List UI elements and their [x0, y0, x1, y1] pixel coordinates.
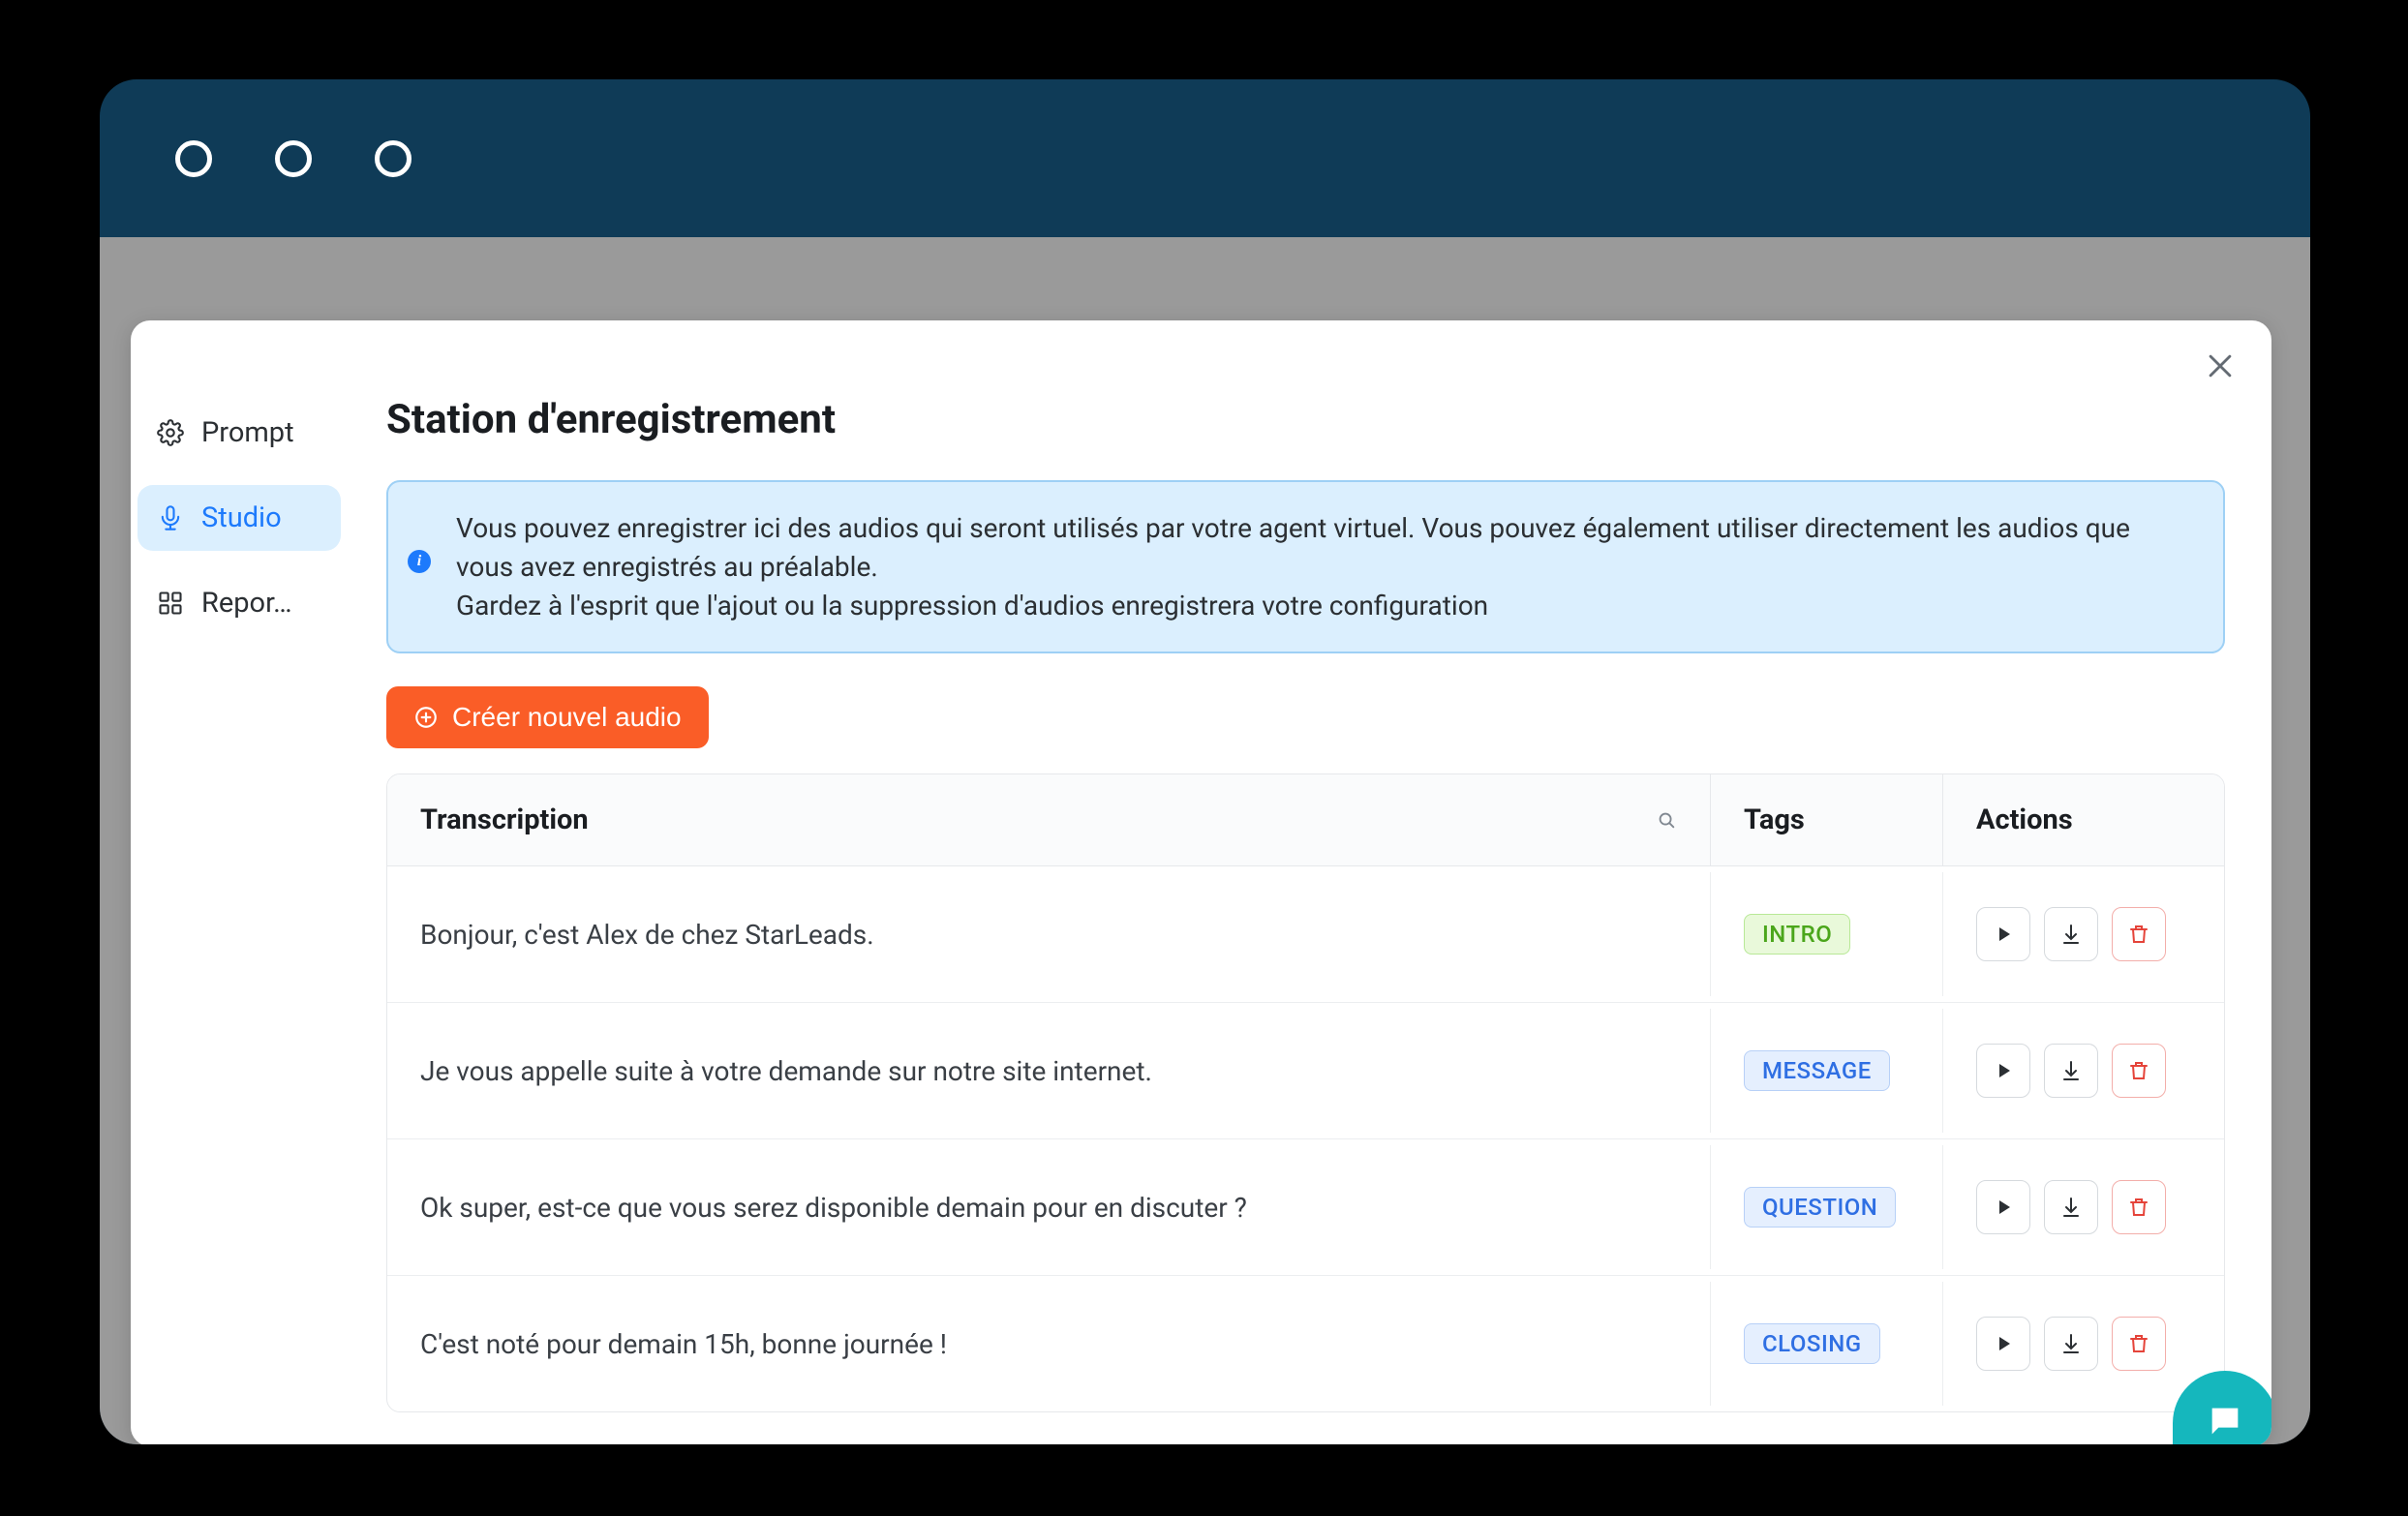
table-row: C'est noté pour demain 15h, bonne journé…: [387, 1276, 2224, 1411]
cell-actions: [1943, 866, 2224, 1002]
create-audio-button[interactable]: Créer nouvel audio: [386, 686, 709, 748]
cell-transcription: Bonjour, c'est Alex de chez StarLeads.: [387, 872, 1711, 996]
sidebar-item-label: Prompt: [201, 416, 294, 449]
download-button[interactable]: [2044, 907, 2098, 961]
download-button[interactable]: [2044, 1180, 2098, 1234]
audio-table: Transcription Tags Actions: [386, 773, 2225, 1412]
download-button[interactable]: [2044, 1317, 2098, 1371]
delete-button[interactable]: [2112, 1044, 2166, 1098]
cell-transcription: Ok super, est-ce que vous serez disponib…: [387, 1145, 1711, 1269]
content-backdrop: Prompt Studio Repor…: [100, 237, 2310, 1444]
trash-icon: [2127, 923, 2150, 946]
col-transcription: Transcription: [387, 774, 1711, 865]
cell-actions: [1943, 1139, 2224, 1275]
transcription-text: Ok super, est-ce que vous serez disponib…: [420, 1192, 1247, 1224]
cell-tags: MESSAGE: [1711, 1009, 1943, 1133]
play-button[interactable]: [1976, 1180, 2030, 1234]
play-icon: [1992, 1332, 2015, 1355]
mic-icon: [157, 504, 184, 531]
traffic-light-zoom[interactable]: [375, 140, 411, 177]
stage: Prompt Studio Repor…: [0, 0, 2408, 1516]
col-actions-label: Actions: [1976, 803, 2073, 836]
row-actions: [1976, 1317, 2166, 1371]
tag-badge: INTRO: [1744, 914, 1850, 955]
page-title: Station d'enregistrement: [386, 396, 2225, 443]
info-banner: i Vous pouvez enregistrer ici des audios…: [386, 480, 2225, 653]
cell-tags: CLOSING: [1711, 1282, 1943, 1406]
grid-icon: [157, 590, 184, 617]
traffic-light-close[interactable]: [175, 140, 212, 177]
col-actions: Actions: [1943, 774, 2224, 865]
cell-tags: INTRO: [1711, 872, 1943, 996]
sidebar-item-prompt[interactable]: Prompt: [137, 400, 341, 466]
app-window: Prompt Studio Repor…: [100, 79, 2310, 1444]
gear-icon: [157, 419, 184, 446]
main-panel: Station d'enregistrement i Vous pouvez e…: [348, 320, 2271, 1444]
traffic-light-minimize[interactable]: [275, 140, 312, 177]
cell-transcription: Je vous appelle suite à votre demande su…: [387, 1009, 1711, 1133]
play-button[interactable]: [1976, 1044, 2030, 1098]
create-audio-label: Créer nouvel audio: [452, 702, 682, 733]
col-tags-label: Tags: [1744, 803, 1805, 836]
cell-transcription: C'est noté pour demain 15h, bonne journé…: [387, 1282, 1711, 1406]
trash-icon: [2127, 1332, 2150, 1355]
sidebar-item-reporting[interactable]: Repor…: [137, 570, 341, 636]
info-banner-line2: Gardez à l'esprit que l'ajout ou la supp…: [456, 587, 2188, 625]
chat-icon: [2202, 1402, 2248, 1444]
play-icon: [1992, 923, 2015, 946]
transcription-text: Je vous appelle suite à votre demande su…: [420, 1055, 1152, 1087]
trash-icon: [2127, 1059, 2150, 1082]
row-actions: [1976, 1180, 2166, 1234]
info-icon: i: [408, 550, 431, 573]
play-icon: [1992, 1059, 2015, 1082]
play-icon: [1992, 1196, 2015, 1219]
search-icon[interactable]: [1656, 809, 1677, 831]
table-row: Ok super, est-ce que vous serez disponib…: [387, 1139, 2224, 1276]
download-icon: [2059, 1059, 2083, 1082]
col-tags: Tags: [1711, 774, 1943, 865]
sidebar-item-label: Studio: [201, 501, 282, 534]
row-actions: [1976, 1044, 2166, 1098]
col-transcription-label: Transcription: [420, 803, 589, 836]
cell-actions: [1943, 1003, 2224, 1138]
plus-circle-icon: [413, 705, 439, 730]
trash-icon: [2127, 1196, 2150, 1219]
info-banner-line1: Vous pouvez enregistrer ici des audios q…: [456, 509, 2188, 587]
download-icon: [2059, 1196, 2083, 1219]
transcription-text: Bonjour, c'est Alex de chez StarLeads.: [420, 919, 874, 951]
row-actions: [1976, 907, 2166, 961]
sidebar: Prompt Studio Repor…: [131, 320, 348, 1444]
cell-tags: QUESTION: [1711, 1145, 1943, 1269]
transcription-text: C'est noté pour demain 15h, bonne journé…: [420, 1328, 947, 1360]
table-header: Transcription Tags Actions: [387, 774, 2224, 866]
tag-badge: QUESTION: [1744, 1187, 1896, 1228]
download-button[interactable]: [2044, 1044, 2098, 1098]
delete-button[interactable]: [2112, 1180, 2166, 1234]
window-titlebar: [100, 79, 2310, 237]
studio-modal: Prompt Studio Repor…: [131, 320, 2271, 1444]
table-row: Je vous appelle suite à votre demande su…: [387, 1003, 2224, 1139]
tag-badge: CLOSING: [1744, 1323, 1880, 1364]
delete-button[interactable]: [2112, 907, 2166, 961]
play-button[interactable]: [1976, 1317, 2030, 1371]
play-button[interactable]: [1976, 907, 2030, 961]
table-row: Bonjour, c'est Alex de chez StarLeads. IN…: [387, 866, 2224, 1003]
table-body: Bonjour, c'est Alex de chez StarLeads. IN…: [387, 866, 2224, 1411]
sidebar-item-label: Repor…: [201, 587, 292, 620]
download-icon: [2059, 1332, 2083, 1355]
delete-button[interactable]: [2112, 1317, 2166, 1371]
tag-badge: MESSAGE: [1744, 1050, 1890, 1091]
sidebar-item-studio[interactable]: Studio: [137, 485, 341, 551]
download-icon: [2059, 923, 2083, 946]
